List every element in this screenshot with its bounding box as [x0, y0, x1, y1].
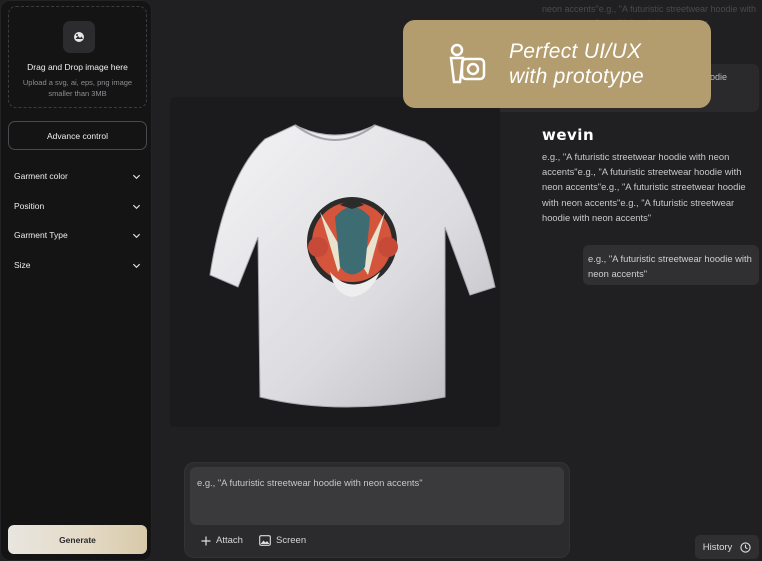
chevron-down-icon	[132, 263, 141, 268]
prototype-icon	[449, 43, 486, 84]
generate-button[interactable]: Generate	[8, 525, 147, 554]
upload-hint: Upload a svg, ai, eps, png image smaller…	[22, 78, 133, 98]
dropdown-label: Garment Type	[14, 230, 68, 240]
history-button[interactable]: History	[695, 535, 759, 559]
promo-banner: Perfect UI/UX with prototype	[403, 20, 711, 108]
banner-line-1: Perfect UI/UX	[509, 40, 642, 63]
user-message: e.g., "A futuristic streetwear hoodie wi…	[583, 245, 759, 285]
chevron-down-icon	[132, 204, 141, 209]
garment-type-dropdown[interactable]: Garment Type	[8, 225, 147, 245]
screen-label: Screen	[276, 535, 307, 546]
dropdown-label: Position	[14, 201, 45, 211]
dropdown-label: Size	[14, 260, 31, 270]
attach-label: Attach	[216, 535, 243, 546]
dropdown-label: Garment color	[14, 171, 68, 181]
assistant-message: e.g., "A futuristic streetwear hoodie wi…	[542, 151, 746, 223]
chevron-down-icon	[132, 233, 141, 238]
attach-button[interactable]: Attach	[201, 535, 243, 546]
banner-text: Perfect UI/UX with prototype	[509, 39, 644, 89]
upload-title: Drag and Drop image here	[27, 62, 128, 72]
upload-dropzone[interactable]: Drag and Drop image here Upload a svg, a…	[8, 6, 147, 108]
chevron-down-icon	[132, 174, 141, 179]
tshirt-preview	[170, 97, 500, 427]
garment-color-dropdown[interactable]: Garment color	[8, 166, 147, 186]
image-icon	[259, 535, 271, 546]
upload-image-icon	[63, 21, 95, 53]
banner-line-2: with prototype	[509, 65, 644, 88]
plus-icon	[201, 536, 211, 545]
brand-logo: wevin	[542, 126, 595, 144]
advance-control-button[interactable]: Advance control	[8, 121, 147, 150]
prompt-input[interactable]	[190, 467, 564, 525]
prompt-composer: Attach Screen	[184, 462, 570, 558]
history-label: History	[702, 541, 733, 553]
clock-icon	[740, 541, 751, 553]
screen-button[interactable]: Screen	[259, 535, 306, 546]
position-dropdown[interactable]: Position	[8, 196, 147, 216]
size-dropdown[interactable]: Size	[8, 255, 147, 275]
sidebar: Drag and Drop image here Upload a svg, a…	[0, 0, 152, 561]
